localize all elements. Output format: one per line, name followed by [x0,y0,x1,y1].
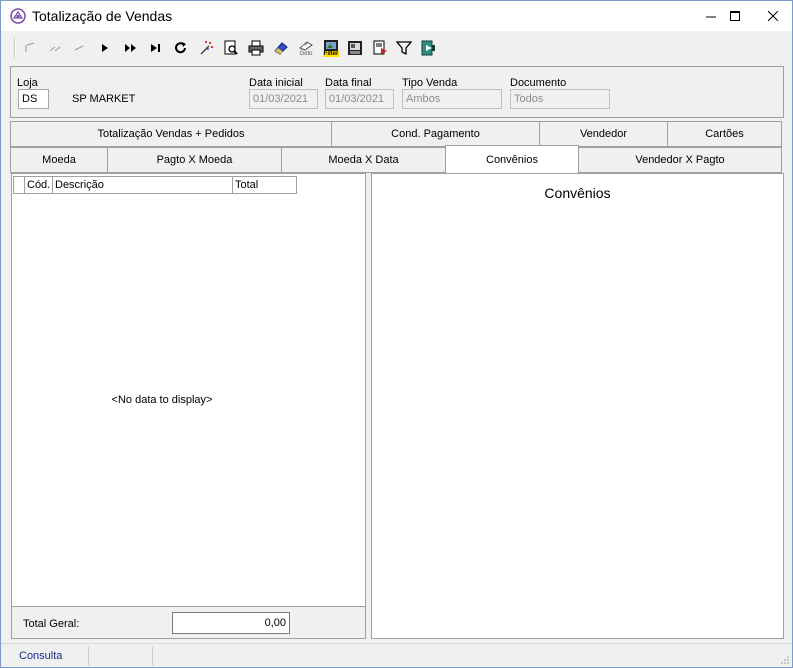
next-record-icon [102,44,108,52]
prior-page-icon [49,46,61,52]
filter-panel: Loja DS SP MARKET Data inicial 01/03/202… [10,66,784,118]
tab-label: Convênios [486,153,538,166]
export-button[interactable] [345,38,365,58]
tab-label: Pagto X Moeda [156,154,233,166]
last-record-button[interactable] [146,38,166,58]
exit-door-icon [421,40,435,56]
close-button[interactable] [758,1,788,31]
prior-record-icon [74,45,84,51]
eraser-button[interactable] [271,38,291,58]
grid-footer: Total Geral: 0,00 [12,606,365,638]
maximize-button[interactable] [720,1,750,31]
tipo-venda-label: Tipo Venda [402,77,458,89]
minimize-icon [706,16,716,18]
loja-input[interactable]: DS [18,89,49,109]
main-window: Totalização de Vendas Goto Filter Loja D… [0,0,793,668]
print-preview-icon [224,40,238,55]
tab-label: Moeda X Data [328,154,399,166]
goto-icon [299,40,313,51]
funnel-filter-button[interactable] [394,38,414,58]
grid-column-total[interactable]: Total [233,176,297,194]
convenios-grid-panel: Cód. Descrição Total <No data to display… [11,173,366,639]
magic-wand-button[interactable] [196,38,216,58]
tab-label: Cartões [705,128,744,140]
save-report-icon [373,40,387,55]
title-bar[interactable]: Totalização de Vendas [1,1,792,31]
resize-grip-icon[interactable] [780,655,790,665]
grid-column-cod[interactable]: Cód. [25,176,53,194]
next-record-button[interactable] [95,38,115,58]
next-page-icon [125,44,136,52]
tab-moeda[interactable]: Moeda [10,147,108,173]
filter-image-icon [324,39,338,51]
tipo-venda-field[interactable]: Ambos [402,89,502,109]
refresh-icon [175,42,186,54]
tab-totalizacao-vendas-pedidos[interactable]: Totalização Vendas + Pedidos [10,121,332,147]
report-tabs: Totalização Vendas + Pedidos Cond. Pagam… [10,121,782,173]
grid-column-descricao[interactable]: Descrição [53,176,233,194]
eraser-icon [274,42,288,55]
prior-page-button[interactable] [45,38,65,58]
first-record-button[interactable] [20,38,40,58]
prior-record-button[interactable] [69,38,89,58]
chart-title: Convênios [544,185,611,201]
magic-wand-icon [200,41,213,55]
total-geral-field[interactable]: 0,00 [172,612,290,634]
status-mode: Consulta [11,647,89,665]
tab-convenios[interactable]: Convênios [445,145,579,173]
print-preview-button[interactable] [221,38,241,58]
data-final-label: Data final [325,77,372,89]
tab-pagto-x-moeda[interactable]: Pagto X Moeda [107,147,282,173]
data-final-field[interactable]: 01/03/2021 [325,89,394,109]
funnel-filter-icon [396,41,412,56]
tab-cond-pagamento[interactable]: Cond. Pagamento [331,121,540,147]
loja-label: Loja [17,77,38,89]
tab-cartoes[interactable]: Cartões [667,121,782,147]
export-icon [348,41,362,55]
navigation-toolbar: Goto Filter [10,35,784,61]
filter-label: Filter [322,50,340,57]
documento-field[interactable]: Todos [510,89,610,109]
tab-vendedor-x-pagto[interactable]: Vendedor X Pagto [578,147,782,173]
save-report-button[interactable] [370,38,390,58]
grid-indicator-column[interactable] [13,176,25,194]
status-panel-2 [89,647,153,665]
exit-button[interactable] [418,38,438,58]
tab-label: Moeda [42,154,76,166]
grid-empty-message: <No data to display> [111,394,213,406]
tab-label: Totalização Vendas + Pedidos [97,128,245,140]
total-geral-label: Total Geral: [23,618,80,630]
tab-moeda-x-data[interactable]: Moeda X Data [281,147,446,173]
next-page-button[interactable] [121,38,141,58]
status-bar: Consulta [1,643,792,667]
tab-label: Vendedor [579,128,628,140]
loja-name: SP MARKET [72,93,136,105]
close-icon [768,11,778,21]
print-button[interactable] [246,38,266,58]
tab-vendedor[interactable]: Vendedor [539,121,668,147]
refresh-button[interactable] [171,38,191,58]
data-inicial-label: Data inicial [249,77,303,89]
window-title: Totalização de Vendas [32,8,173,24]
toolbar-grip[interactable] [14,38,16,58]
grid-header: Cód. Descrição Total [13,176,297,194]
convenios-chart-panel: Convênios [371,173,784,639]
goto-button[interactable]: Goto [296,38,316,58]
tab-label: Cond. Pagamento [391,128,480,140]
last-record-icon [151,44,160,52]
data-inicial-field[interactable]: 01/03/2021 [249,89,318,109]
documento-label: Documento [510,77,567,89]
maximize-icon [730,11,740,21]
filter-image-button[interactable]: Filter [321,38,341,58]
app-logo-icon [10,8,26,24]
goto-label: Goto [299,50,313,57]
first-record-icon [25,42,35,52]
printer-icon [248,40,264,56]
tab-label: Vendedor X Pagto [635,154,725,166]
